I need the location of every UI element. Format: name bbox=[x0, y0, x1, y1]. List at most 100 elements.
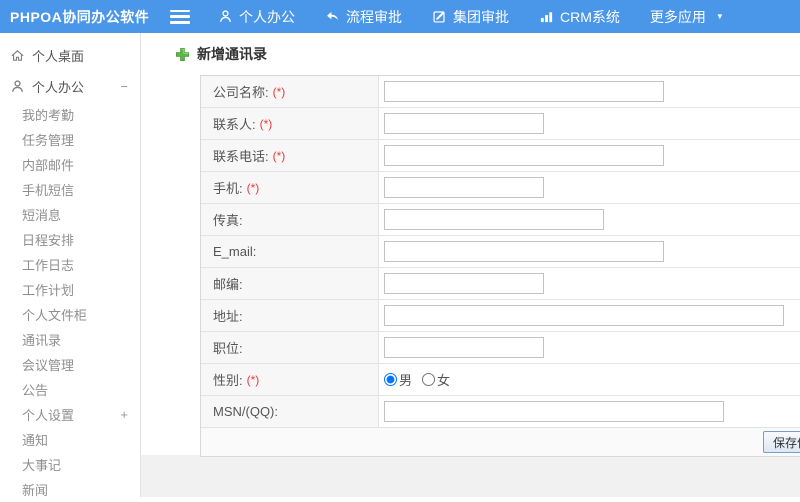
user-icon bbox=[218, 9, 233, 24]
sidebar-item-label: 个人桌面 bbox=[32, 49, 85, 64]
required-marker: (*) bbox=[246, 180, 260, 195]
sidebar-item-short-message[interactable]: 短消息 bbox=[0, 202, 140, 227]
required-marker: (*) bbox=[246, 372, 260, 387]
field-label-gender: 性别: (*) bbox=[201, 364, 379, 395]
field-value-position bbox=[379, 332, 800, 363]
main-layout: 个人桌面个人办公 − 我的考勤任务管理内部邮件 手机短信短消息日程安排工作日志工作计划… bbox=[0, 33, 800, 498]
sidebar-item-label: 通讯录 bbox=[22, 333, 62, 348]
required-marker: (*) bbox=[259, 116, 273, 131]
contact-phone-input[interactable] bbox=[384, 145, 664, 166]
main-content: 新增通讯录 公司名称: (*) 联系人: (*) 联系电话: (*) 手机: (*) 传真: E_… bbox=[141, 33, 800, 497]
form-row-contact-person: 联系人: (*) bbox=[201, 108, 800, 140]
form-row-company-name: 公司名称: (*) bbox=[201, 76, 800, 108]
sidebar-item-label: 个人文件柜 bbox=[22, 308, 88, 323]
contact-form: 公司名称: (*) 联系人: (*) 联系电话: (*) 手机: (*) 传真: E_mail: 邮… bbox=[200, 75, 800, 457]
sidebar-item-notice[interactable]: 通知 bbox=[0, 427, 140, 452]
gender-option-女[interactable]: 女 bbox=[422, 370, 450, 389]
field-value-mobile bbox=[379, 172, 800, 203]
sidebar-item-label: 个人设置 bbox=[22, 408, 75, 423]
gender-radio[interactable] bbox=[422, 373, 436, 386]
chevron-down-icon: ▼ bbox=[715, 12, 724, 21]
field-label-position: 职位: bbox=[201, 332, 379, 363]
page-title: 新增通讯录 bbox=[197, 46, 267, 62]
radio-label: 男 bbox=[399, 373, 413, 388]
nav-item-personal-office[interactable]: 个人办公 bbox=[218, 7, 295, 27]
sidebar-item-label: 日程安排 bbox=[22, 233, 75, 248]
radio-label: 女 bbox=[437, 373, 451, 388]
sidebar-item-news[interactable]: 新闻 bbox=[0, 477, 140, 502]
sidebar-item-task-management[interactable]: 任务管理 bbox=[0, 127, 140, 152]
field-value-address bbox=[379, 300, 800, 331]
app-logo: PHPOA协同办公软件 bbox=[10, 8, 150, 25]
edit-icon bbox=[432, 9, 447, 24]
required-marker: (*) bbox=[272, 148, 286, 163]
form-row-position: 职位: bbox=[201, 332, 800, 364]
gender-radio[interactable] bbox=[384, 373, 397, 386]
field-label-company-name: 公司名称: (*) bbox=[201, 76, 379, 107]
sidebar-item-meeting-management[interactable]: 会议管理 bbox=[0, 352, 140, 377]
form-row-contact-phone: 联系电话: (*) bbox=[201, 140, 800, 172]
company-name-input[interactable] bbox=[384, 81, 664, 102]
menu-toggle-icon[interactable] bbox=[170, 9, 190, 24]
sidebar-item-personal-desktop[interactable]: 个人桌面 bbox=[0, 40, 140, 71]
home-icon bbox=[10, 48, 25, 63]
sidebar-item-schedule[interactable]: 日程安排 bbox=[0, 227, 140, 252]
sidebar-item-label: 公告 bbox=[22, 383, 49, 398]
gender-option-男[interactable]: 男 bbox=[384, 370, 412, 389]
email-input[interactable] bbox=[384, 241, 664, 262]
nav-item-group-approval[interactable]: 集团审批 bbox=[432, 7, 509, 27]
add-plus-icon bbox=[175, 47, 190, 62]
form-row-msn-qq: MSN/(QQ): bbox=[201, 396, 800, 428]
sidebar-item-work-log[interactable]: 工作日志 bbox=[0, 252, 140, 277]
field-value-contact-person bbox=[379, 108, 800, 139]
nav-item-more-apps[interactable]: 更多应用 ▼ bbox=[650, 7, 724, 27]
zip-code-input[interactable] bbox=[384, 273, 544, 294]
fax-input[interactable] bbox=[384, 209, 604, 230]
sidebar-item-contacts[interactable]: 通讯录 bbox=[0, 327, 140, 352]
field-label-zip-code: 邮编: bbox=[201, 268, 379, 299]
sidebar-item-label: 工作计划 bbox=[22, 283, 75, 298]
save-button[interactable]: 保存信息 bbox=[762, 431, 800, 453]
top-header: PHPOA协同办公软件 个人办公 流程审批 集团审批 CRM系统 更多应用 ▼ bbox=[0, 0, 800, 33]
field-value-contact-phone bbox=[379, 140, 800, 171]
field-label-contact-phone: 联系电话: (*) bbox=[201, 140, 379, 171]
sidebar-item-big-events[interactable]: 大事记 bbox=[0, 452, 140, 477]
mobile-input[interactable] bbox=[384, 177, 544, 198]
sidebar-item-personal-file-cabinet[interactable]: 个人文件柜 bbox=[0, 302, 140, 327]
user-icon bbox=[10, 79, 25, 94]
sidebar: 个人桌面个人办公 − 我的考勤任务管理内部邮件 手机短信短消息日程安排工作日志工作计划… bbox=[0, 33, 141, 498]
sidebar-item-internal-mail[interactable]: 内部邮件 bbox=[0, 152, 140, 177]
nav-item-workflow-approval[interactable]: 流程审批 bbox=[325, 7, 402, 27]
sidebar-item-label: 大事记 bbox=[22, 458, 62, 473]
msn-qq-input[interactable] bbox=[384, 401, 724, 422]
position-input[interactable] bbox=[384, 337, 544, 358]
nav-item-label: 集团审批 bbox=[453, 8, 509, 25]
sidebar-item-announcement[interactable]: 公告 bbox=[0, 377, 140, 402]
expand-icon[interactable]: + bbox=[120, 407, 128, 422]
top-nav: 个人办公 流程审批 集团审批 CRM系统 更多应用 ▼ bbox=[218, 7, 724, 27]
nav-item-label: CRM系统 bbox=[560, 8, 620, 25]
field-value-msn-qq bbox=[379, 396, 800, 427]
sidebar-item-mobile-sms[interactable]: 手机短信 bbox=[0, 177, 140, 202]
page-title-row: 新增通讯录 bbox=[175, 45, 800, 63]
collapse-icon[interactable]: − bbox=[120, 79, 128, 94]
sidebar-item-label: 通知 bbox=[22, 433, 49, 448]
sidebar-item-label: 新闻 bbox=[22, 483, 49, 498]
sidebar-item-work-plan[interactable]: 工作计划 bbox=[0, 277, 140, 302]
sidebar-item-label: 任务管理 bbox=[22, 133, 75, 148]
sidebar-item-my-attendance[interactable]: 我的考勤 bbox=[0, 102, 140, 127]
sidebar-item-personal-office[interactable]: 个人办公 − bbox=[0, 71, 140, 102]
contact-person-input[interactable] bbox=[384, 113, 544, 134]
field-label-address: 地址: bbox=[201, 300, 379, 331]
nav-item-crm-system[interactable]: CRM系统 bbox=[539, 7, 620, 27]
sidebar-item-label: 工作日志 bbox=[22, 258, 75, 273]
address-input[interactable] bbox=[384, 305, 784, 326]
sidebar-item-personal-settings[interactable]: 个人设置 + bbox=[0, 402, 140, 427]
form-row-address: 地址: bbox=[201, 300, 800, 332]
field-value-zip-code bbox=[379, 268, 800, 299]
sidebar-item-label: 我的考勤 bbox=[22, 108, 75, 123]
sidebar-item-label: 短消息 bbox=[22, 208, 62, 223]
form-footer-row: 保存信息 bbox=[201, 428, 800, 456]
nav-item-label: 个人办公 bbox=[239, 8, 295, 25]
field-value-fax bbox=[379, 204, 800, 235]
